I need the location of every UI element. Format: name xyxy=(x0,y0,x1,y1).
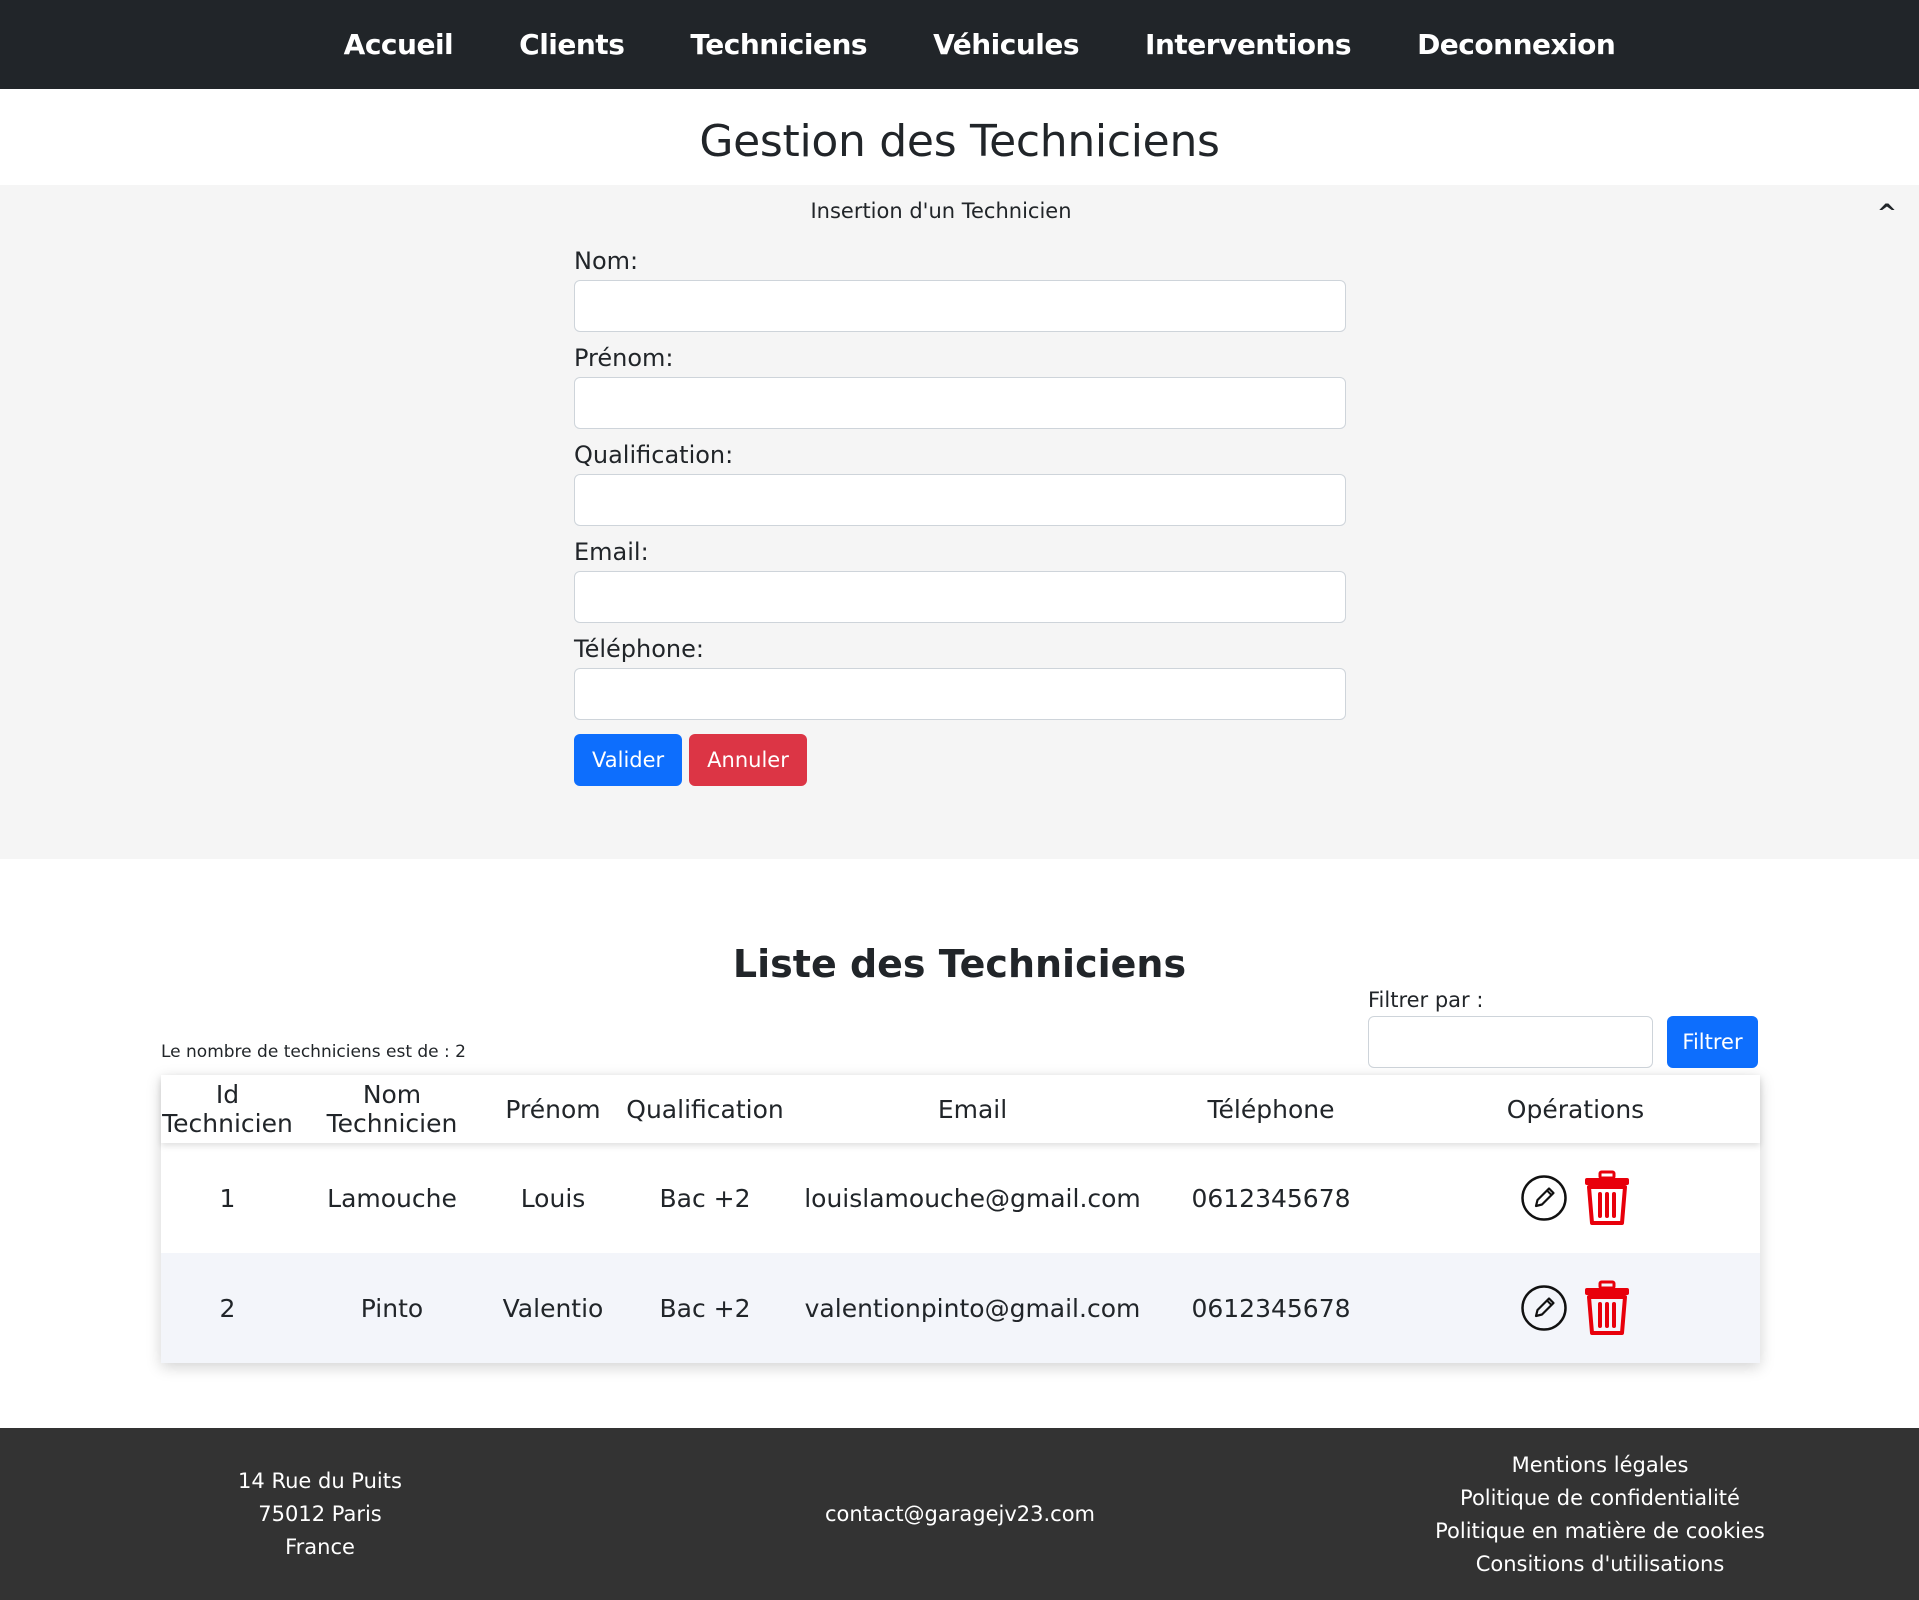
cell-email: valentionpinto@gmail.com xyxy=(804,1293,1141,1323)
col-qualification: Qualification xyxy=(626,1094,784,1124)
prenom-label: Prénom: xyxy=(574,344,674,372)
nav-clients[interactable]: Clients xyxy=(519,28,625,61)
valider-button[interactable]: Valider xyxy=(574,734,683,786)
col-telephone: Téléphone xyxy=(1207,1094,1335,1124)
col-nom: Nom Technicien xyxy=(326,1080,458,1138)
nav-deconnexion[interactable]: Deconnexion xyxy=(1417,28,1616,61)
address-line: 75012 Paris xyxy=(258,1502,382,1526)
col-operations: Opérations xyxy=(1506,1094,1645,1124)
nav-accueil[interactable]: Accueil xyxy=(344,28,454,61)
nav-vehicules[interactable]: Véhicules xyxy=(933,28,1079,61)
footer: 14 Rue du Puits 75012 Paris France conta… xyxy=(0,1428,1919,1600)
nom-input[interactable] xyxy=(574,280,1346,332)
col-prenom: Prénom xyxy=(505,1094,601,1124)
annuler-button[interactable]: Annuler xyxy=(689,734,807,786)
field-nom: Nom: xyxy=(574,247,1346,332)
conditions-utilisation-link[interactable]: Consitions d'utilisations xyxy=(1400,1548,1800,1581)
filter-label: Filtrer par : xyxy=(1368,988,1484,1012)
address-line: 14 Rue du Puits xyxy=(238,1469,402,1493)
footer-links: Mentions légales Politique de confidenti… xyxy=(1400,1449,1800,1581)
address-line: France xyxy=(285,1535,355,1559)
filter-input[interactable] xyxy=(1368,1016,1653,1068)
field-prenom: Prénom: xyxy=(574,344,1346,429)
field-telephone: Téléphone: xyxy=(574,635,1346,720)
top-navbar: Accueil Clients Techniciens Véhicules In… xyxy=(0,0,1919,89)
contact-email-link[interactable]: contact@garagejv23.com xyxy=(760,1498,1160,1531)
col-email: Email xyxy=(937,1094,1008,1124)
telephone-input[interactable] xyxy=(574,668,1346,720)
email-label: Email: xyxy=(574,538,649,566)
filter-button[interactable]: Filtrer xyxy=(1667,1016,1758,1068)
politique-confidentialite-link[interactable]: Politique de confidentialité xyxy=(1400,1482,1800,1515)
edit-icon[interactable] xyxy=(1520,1284,1568,1332)
field-email: Email: xyxy=(574,538,1346,623)
cell-nom: Pinto xyxy=(360,1293,424,1323)
cell-prenom: Louis xyxy=(520,1183,586,1213)
technicien-count: Le nombre de techniciens est de : 2 xyxy=(161,1042,466,1062)
politique-cookies-link[interactable]: Politique en matière de cookies xyxy=(1400,1515,1800,1548)
cell-operations xyxy=(1391,1253,1760,1363)
cell-email: louislamouche@gmail.com xyxy=(804,1183,1141,1213)
technicien-form: Nom: Prénom: Qualification: Email: Télép… xyxy=(574,247,1346,786)
field-qualification: Qualification: xyxy=(574,441,1346,526)
insert-technicien-panel: Insertion d'un Technicien ^ Nom: Prénom:… xyxy=(0,185,1919,859)
qualification-input[interactable] xyxy=(574,474,1346,526)
nav-interventions[interactable]: Interventions xyxy=(1145,28,1352,61)
trash-icon[interactable] xyxy=(1582,1280,1632,1336)
footer-address: 14 Rue du Puits 75012 Paris France xyxy=(190,1465,450,1564)
mentions-legales-link[interactable]: Mentions légales xyxy=(1400,1449,1800,1482)
cell-nom: Lamouche xyxy=(327,1183,457,1213)
edit-icon[interactable] xyxy=(1520,1174,1568,1222)
cell-operations xyxy=(1391,1143,1760,1253)
trash-icon[interactable] xyxy=(1582,1170,1632,1226)
cell-prenom: Valentio xyxy=(502,1293,604,1323)
email-input[interactable] xyxy=(574,571,1346,623)
techniciens-table: Id Technicien Nom Technicien Prénom Qual… xyxy=(161,1075,1760,1363)
nav-techniciens[interactable]: Techniciens xyxy=(690,28,867,61)
panel-header: Insertion d'un Technicien xyxy=(810,199,1072,223)
table-row: 1 Lamouche Louis Bac +2 louislamouche@gm… xyxy=(161,1143,1760,1253)
collapse-toggle-icon[interactable]: ^ xyxy=(1877,199,1897,227)
cell-id: 1 xyxy=(219,1183,236,1213)
nom-label: Nom: xyxy=(574,247,639,275)
footer-contact: contact@garagejv23.com xyxy=(760,1498,1160,1531)
cell-id: 2 xyxy=(219,1293,236,1323)
table-header-row: Id Technicien Nom Technicien Prénom Qual… xyxy=(161,1075,1760,1143)
cell-telephone: 0612345678 xyxy=(1191,1293,1351,1323)
cell-telephone: 0612345678 xyxy=(1191,1183,1351,1213)
cell-qualification: Bac +2 xyxy=(659,1183,751,1213)
qualification-label: Qualification: xyxy=(574,441,734,469)
cell-qualification: Bac +2 xyxy=(659,1293,751,1323)
list-title: Liste des Techniciens xyxy=(732,942,1187,986)
col-id: Id Technicien xyxy=(162,1080,293,1138)
telephone-label: Téléphone: xyxy=(574,635,704,663)
form-actions: Valider Annuler xyxy=(574,734,1346,786)
prenom-input[interactable] xyxy=(574,377,1346,429)
table-row: 2 Pinto Valentio Bac +2 valentionpinto@g… xyxy=(161,1253,1760,1363)
